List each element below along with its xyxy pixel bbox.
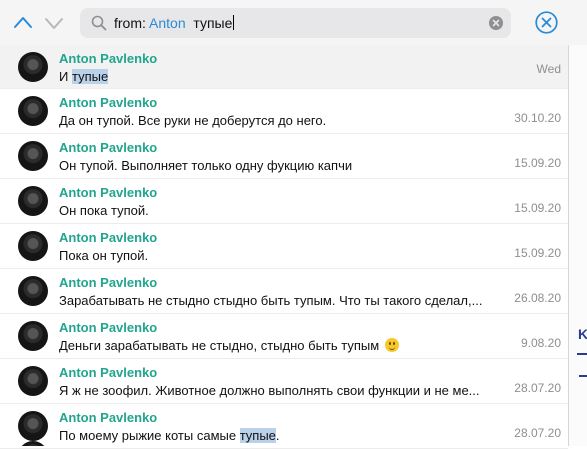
message-text: Он тупой. Выполняет только одну фукцию к…	[59, 158, 353, 173]
sender-name: Anton Pavlenko	[59, 320, 158, 335]
avatar	[18, 411, 48, 441]
list-item[interactable]: Anton Pavlenko Я ж не зоофил. Животное до…	[0, 359, 568, 404]
message-date: 26.08.20	[514, 291, 561, 305]
message-text: И	[59, 69, 72, 84]
close-search-icon[interactable]	[535, 11, 558, 34]
message-date: 9.08.20	[520, 336, 561, 350]
chat-pane-peek-letter: K	[578, 326, 587, 342]
list-item[interactable]: Anton Pavlenko Да он тупой. Все руки не д…	[0, 89, 568, 134]
avatar	[18, 52, 48, 82]
list-item[interactable]: Anton Pavlenko И тупые Wed	[0, 45, 568, 89]
message-preview: Зарабатывать не стыдно стыдно быть тупым…	[59, 293, 502, 308]
message-preview: Я ж не зоофил. Животное должно выполнять…	[59, 383, 502, 398]
message-preview: И тупые	[59, 69, 502, 84]
message-date: 28.07.20	[514, 426, 561, 440]
chevron-up-icon	[14, 17, 32, 28]
search-match-highlight: тупые	[71, 69, 109, 84]
message-date: 28.07.20	[514, 381, 561, 395]
message-preview: Да он тупой. Все руки не доберутся до не…	[59, 113, 502, 128]
message-date: 15.09.20	[514, 246, 561, 260]
search-input[interactable]: from: Anton тупые	[80, 8, 511, 38]
search-icon	[91, 15, 107, 31]
message-preview: Пока он тупой.	[59, 248, 502, 263]
message-preview: Он пока тупой.	[59, 203, 502, 218]
avatar	[18, 321, 48, 351]
search-toolbar: from: Anton тупые	[0, 0, 587, 46]
avatar	[18, 141, 48, 171]
sender-name: Anton Pavlenko	[59, 275, 158, 290]
message-date: 15.09.20	[514, 156, 561, 170]
smile-emoji-icon	[384, 338, 399, 352]
list-item[interactable]: Anton Pavlenko Пока он тупой. 15.09.20	[0, 224, 568, 269]
sender-name: Anton Pavlenko	[59, 365, 158, 380]
list-item[interactable]: Anton Pavlenko Зарабатывать не стыдно сты…	[0, 269, 568, 314]
sender-name: Anton Pavlenko	[59, 95, 158, 110]
avatar	[18, 441, 48, 446]
sender-name: Anton Pavlenko	[59, 185, 158, 200]
sender-name: Anton Pavlenko	[59, 230, 158, 245]
sender-name: Anton Pavlenko	[59, 140, 158, 155]
chat-pane-peek-line	[579, 375, 587, 377]
avatar	[18, 96, 48, 126]
message-text: Он пока тупой.	[59, 203, 149, 218]
message-text: Да он тупой. Все руки не доберутся до не…	[59, 113, 327, 128]
search-query-text: тупые	[193, 15, 233, 31]
message-text: Деньги зарабатывать не стыдно, стыдно бы…	[59, 338, 380, 353]
sender-name: Anton Pavlenko	[59, 410, 158, 425]
message-text: Я ж не зоофил. Животное должно выполнять…	[59, 383, 480, 398]
avatar	[18, 276, 48, 306]
message-text: Пока он тупой.	[59, 248, 149, 263]
search-filter-user: Anton	[149, 15, 186, 31]
message-preview: Он тупой. Выполняет только одну фукцию к…	[59, 158, 502, 173]
list-item[interactable]: Anton Pavlenko Он тупой. Выполняет только…	[0, 134, 568, 179]
search-filter-prefix: from:	[114, 15, 146, 31]
list-item-partial[interactable]	[0, 440, 568, 446]
avatar	[18, 231, 48, 261]
message-date: Wed	[536, 62, 561, 76]
list-item[interactable]: Anton Pavlenko Деньги зарабатывать не сты…	[0, 314, 568, 359]
next-result-button[interactable]	[44, 12, 64, 34]
chat-pane-edge	[569, 45, 587, 446]
chevron-down-icon	[45, 18, 63, 29]
avatar	[18, 366, 48, 396]
message-text: Зарабатывать не стыдно стыдно быть тупым…	[59, 293, 483, 308]
message-date: 15.09.20	[514, 201, 561, 215]
clear-search-icon[interactable]	[489, 16, 503, 30]
text-caret	[233, 15, 235, 30]
list-item[interactable]: Anton Pavlenko Он пока тупой. 15.09.20	[0, 179, 568, 224]
avatar	[18, 186, 48, 216]
search-results-list: Anton Pavlenko И тупые Wed Anton Pavlenko Да…	[0, 45, 568, 449]
search-query: from: Anton тупые	[114, 15, 235, 31]
previous-result-button[interactable]	[13, 12, 33, 34]
message-date: 30.10.20	[514, 111, 561, 125]
chat-pane-peek-line	[577, 353, 587, 355]
sender-name: Anton Pavlenko	[59, 51, 158, 66]
message-preview: Деньги зарабатывать не стыдно, стыдно бы…	[59, 338, 502, 353]
